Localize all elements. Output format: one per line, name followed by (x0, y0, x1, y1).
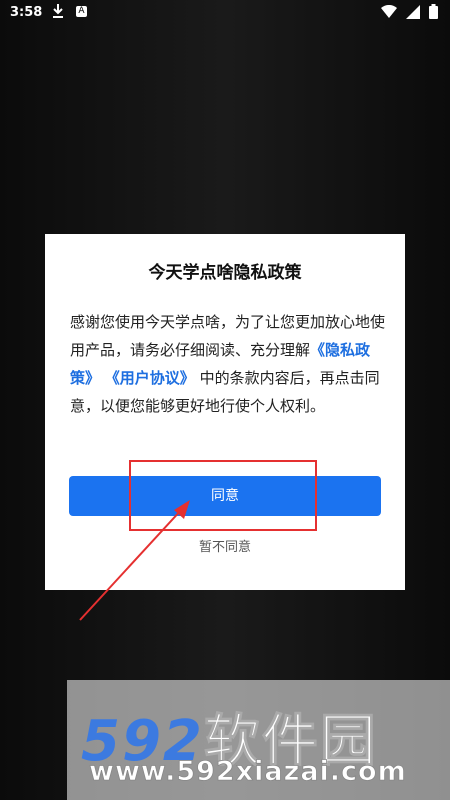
watermark-url: www.592xiazai.com (89, 756, 407, 788)
watermark: 592软件园 www.592xiazai.com (67, 680, 450, 800)
